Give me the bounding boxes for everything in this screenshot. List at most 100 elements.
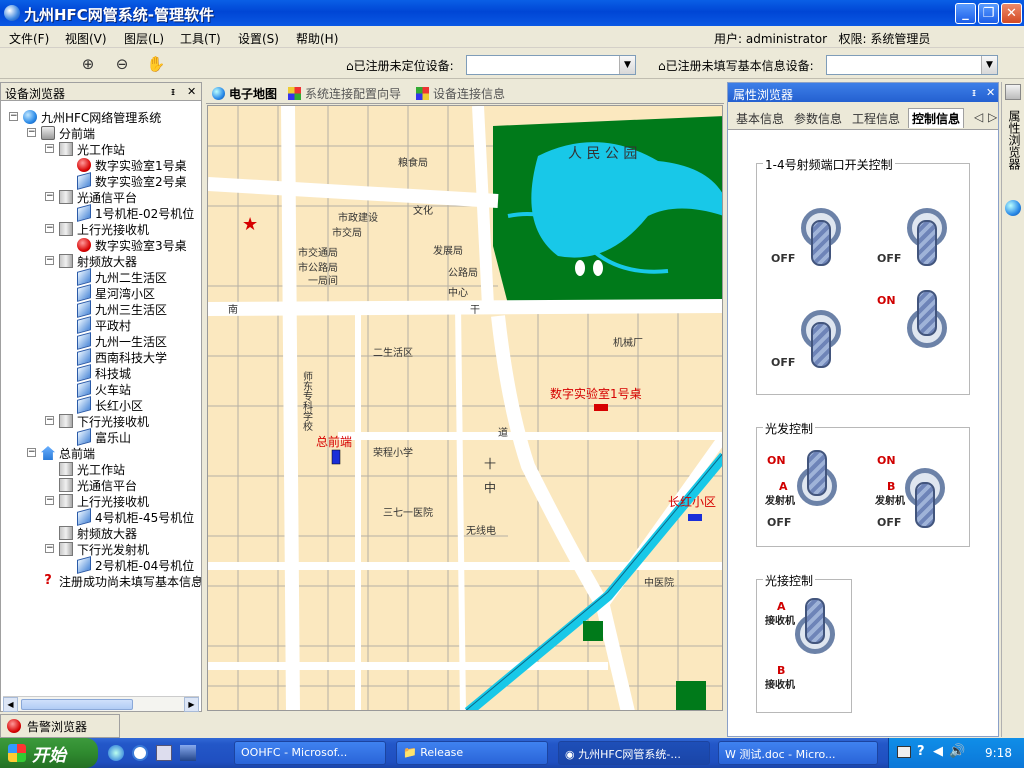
tree-node[interactable]: 九州HFC网络管理系统: [23, 109, 161, 125]
tree-node[interactable]: 光通信平台: [59, 189, 137, 205]
desktop-icon[interactable]: [156, 745, 172, 761]
tree-node[interactable]: 火车站: [77, 380, 131, 398]
tree-node[interactable]: 2号机柜-04号机位: [77, 556, 194, 574]
tree-node[interactable]: 射频放大器: [59, 525, 137, 541]
tree-node[interactable]: 九州一生活区: [77, 332, 167, 350]
tree-node[interactable]: 科技城: [77, 364, 131, 382]
map-canvas[interactable]: ★ 人 民 公 园 南 干 道 十 中 三七一医院 无线电 机械厂 市交通局 市…: [208, 106, 723, 711]
tree-expander[interactable]: −: [27, 128, 36, 137]
network-icon[interactable]: ◀: [933, 744, 943, 759]
minimize-button[interactable]: _: [955, 3, 976, 24]
tree-node[interactable]: 上行光接收机: [59, 493, 149, 509]
clipboard-icon[interactable]: [1005, 84, 1021, 100]
horizontal-scrollbar[interactable]: ◀ ▶: [3, 696, 199, 712]
close-button[interactable]: ✕: [1001, 3, 1022, 24]
task-release[interactable]: 📁 Release: [396, 741, 548, 765]
ie-icon[interactable]: [108, 745, 124, 761]
media-icon[interactable]: [132, 745, 148, 761]
tree-expander[interactable]: −: [45, 256, 54, 265]
tree-expander[interactable]: −: [45, 544, 54, 553]
tree-node[interactable]: 平政村: [77, 316, 131, 334]
tree-node[interactable]: 富乐山: [77, 428, 131, 446]
pin-icon[interactable]: ᵻ: [972, 86, 976, 99]
tab-param-info[interactable]: 参数信息: [794, 110, 842, 127]
tab-electronic-map[interactable]: 电子地图: [212, 85, 277, 102]
optical-tx-switch-b[interactable]: [901, 464, 949, 536]
tab-scroll-left-icon[interactable]: ◁: [974, 110, 983, 124]
tree-node[interactable]: 九州三生活区: [77, 300, 167, 318]
scroll-left-icon[interactable]: ◀: [3, 697, 18, 712]
rf-switch-2[interactable]: [903, 202, 951, 274]
optical-tx-switch-a[interactable]: [793, 446, 841, 518]
chevron-down-icon[interactable]: ▼: [619, 56, 635, 74]
scroll-right-icon[interactable]: ▶: [184, 697, 199, 712]
tree-expander[interactable]: −: [45, 224, 54, 233]
tree-node[interactable]: 数字实验室3号桌: [77, 237, 187, 253]
tab-connection-info[interactable]: 设备连接信息: [416, 85, 505, 102]
tree-expander[interactable]: −: [45, 496, 54, 505]
globe-icon[interactable]: [1005, 200, 1021, 216]
unfilled-devices-select[interactable]: ▼: [826, 55, 998, 75]
close-icon[interactable]: ✕: [986, 86, 995, 99]
tree-node[interactable]: 长红小区: [77, 396, 143, 414]
tree-node[interactable]: ? 注册成功尚未填写基本信息: [41, 573, 201, 589]
tree-node[interactable]: 下行光接收机: [59, 413, 149, 429]
tree-node[interactable]: 数字实验室2号桌: [77, 172, 187, 190]
tree-node[interactable]: 上行光接收机: [59, 221, 149, 237]
tree-node[interactable]: 分前端: [41, 125, 95, 141]
map-marker-lab1[interactable]: [594, 404, 608, 411]
scroll-thumb[interactable]: [21, 699, 133, 710]
map-marker-headend[interactable]: [331, 449, 341, 465]
tree-node[interactable]: 4号机柜-45号机位: [77, 508, 194, 526]
side-property-browser-label[interactable]: 属性浏览器: [1006, 110, 1023, 170]
tree-node[interactable]: 九州二生活区: [77, 268, 167, 286]
unlocated-devices-select[interactable]: ▼: [466, 55, 636, 75]
volume-icon[interactable]: 🔊: [949, 744, 965, 759]
close-icon[interactable]: ✕: [187, 85, 196, 98]
rf-switch-3[interactable]: [797, 304, 845, 376]
tree-node[interactable]: 射频放大器: [59, 253, 137, 269]
alarm-browser-tab[interactable]: 告警浏览器: [0, 714, 120, 738]
menu-layer[interactable]: 图层(L): [124, 30, 164, 47]
tree-node[interactable]: 光工作站: [59, 461, 125, 477]
rf-switch-4[interactable]: [903, 284, 951, 356]
tree-expander[interactable]: −: [45, 416, 54, 425]
tree-expander[interactable]: −: [45, 192, 54, 201]
tree-node[interactable]: 下行光发射机: [59, 541, 149, 557]
chevron-down-icon[interactable]: ▼: [981, 56, 997, 74]
tree-node[interactable]: 光工作站: [59, 141, 125, 157]
tree-expander[interactable]: −: [27, 448, 36, 457]
zoom-out-icon[interactable]: ⊖: [112, 54, 132, 74]
start-button[interactable]: 开始: [0, 738, 98, 768]
task-oohfc[interactable]: OOHFC - Microsof...: [234, 741, 386, 765]
menu-settings[interactable]: 设置(S): [238, 30, 279, 47]
zoom-in-icon[interactable]: ⊕: [78, 54, 98, 74]
tree-node[interactable]: 西南科技大学: [77, 348, 167, 366]
tab-connection-wizard[interactable]: 系统连接配置向导: [288, 85, 401, 102]
menu-view[interactable]: 视图(V): [65, 30, 107, 47]
help-icon[interactable]: ?: [917, 744, 925, 759]
rf-switch-1[interactable]: [797, 202, 845, 274]
menu-file[interactable]: 文件(F): [9, 30, 49, 47]
tab-basic-info[interactable]: 基本信息: [736, 110, 784, 127]
tree-node[interactable]: 数字实验室1号桌: [77, 157, 187, 173]
tab-scroll-right-icon[interactable]: ▷: [988, 110, 997, 124]
tree-node[interactable]: 总前端: [41, 445, 95, 461]
map-marker-changhong[interactable]: [688, 514, 702, 521]
tree-expander[interactable]: −: [9, 112, 18, 121]
tab-control-info[interactable]: 控制信息: [908, 108, 965, 128]
menu-help[interactable]: 帮助(H): [296, 30, 338, 47]
keyboard-icon[interactable]: [897, 746, 911, 758]
task-doc[interactable]: W 测试.doc - Micro...: [718, 741, 878, 765]
task-hfc-system[interactable]: ◉ 九州HFC网管系统-...: [558, 741, 710, 765]
pan-hand-icon[interactable]: ✋: [146, 54, 166, 74]
tree-node[interactable]: 光通信平台: [59, 477, 137, 493]
tab-project-info[interactable]: 工程信息: [852, 110, 900, 127]
pin-icon[interactable]: ᵻ: [171, 85, 175, 98]
tree-node[interactable]: 星河湾小区: [77, 284, 155, 302]
app-shortcut-icon[interactable]: [180, 745, 196, 761]
menu-tools[interactable]: 工具(T): [180, 30, 221, 47]
tree-node[interactable]: 1号机柜-02号机位: [77, 204, 194, 222]
tree-expander[interactable]: −: [45, 144, 54, 153]
maximize-button[interactable]: ❐: [978, 3, 999, 24]
